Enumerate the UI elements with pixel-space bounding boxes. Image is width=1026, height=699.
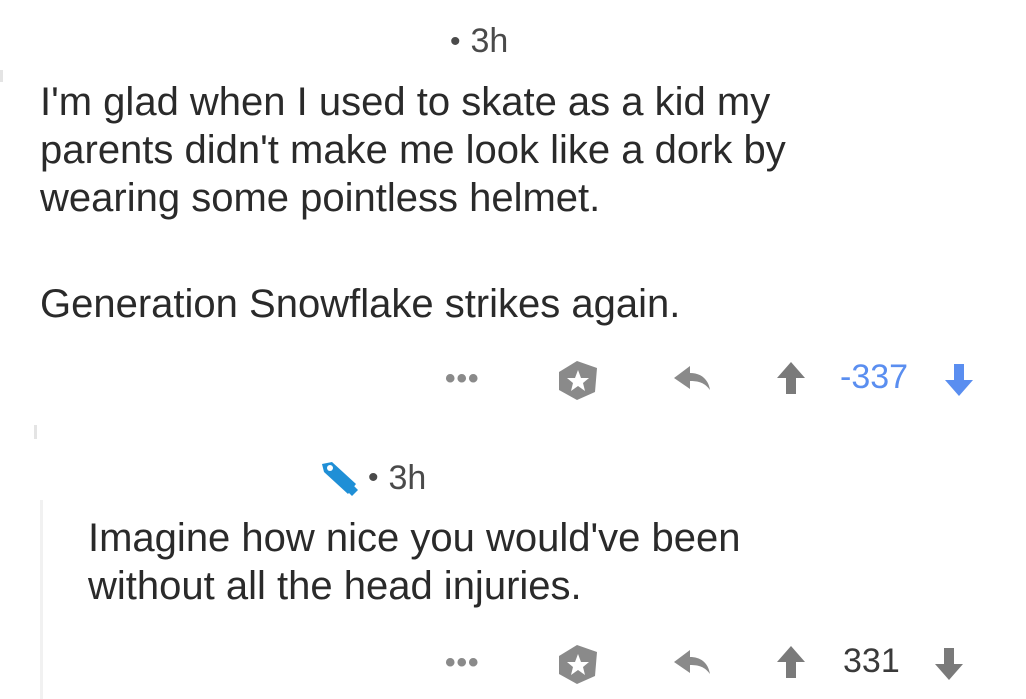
upvote-button[interactable] bbox=[775, 644, 807, 680]
comment-line: without all the head injuries. bbox=[88, 564, 582, 608]
reply-button[interactable] bbox=[672, 362, 712, 396]
downvote-arrow-icon bbox=[935, 648, 963, 680]
reply-button[interactable] bbox=[672, 646, 712, 680]
comment-score: 331 bbox=[843, 642, 900, 680]
star-badge-icon bbox=[559, 645, 597, 684]
moderator-icon bbox=[322, 462, 358, 496]
comment-line: wearing some pointless helmet. bbox=[40, 176, 601, 220]
comment-meta: • 3h bbox=[318, 458, 426, 498]
comment-line: Imagine how nice you would've been bbox=[88, 516, 741, 560]
downvote-arrow-icon bbox=[945, 364, 973, 396]
reply-arrow-icon bbox=[674, 650, 710, 674]
meta-separator: • bbox=[450, 24, 461, 58]
upvote-arrow-icon bbox=[777, 646, 805, 678]
upvote-arrow-icon bbox=[777, 362, 805, 394]
downvote-button[interactable] bbox=[933, 646, 965, 682]
upvote-button[interactable] bbox=[775, 360, 807, 396]
comment-body: I'm glad when I used to skate as a kid m… bbox=[40, 78, 786, 222]
comment-paragraph: Generation Snowflake strikes again. bbox=[40, 282, 681, 326]
comment-score: -337 bbox=[840, 358, 909, 396]
star-badge-icon bbox=[559, 361, 597, 400]
save-button[interactable] bbox=[553, 642, 603, 686]
comment-line: I'm glad when I used to skate as a kid m… bbox=[40, 80, 771, 124]
comment-timestamp: 3h bbox=[470, 22, 509, 60]
comment-actions: ••• -337 bbox=[0, 356, 1026, 400]
more-options-button[interactable]: ••• bbox=[445, 362, 480, 396]
downvote-button[interactable] bbox=[943, 362, 975, 398]
save-button[interactable] bbox=[553, 358, 603, 402]
left-edge-mark bbox=[34, 425, 37, 439]
meta-separator: • bbox=[368, 461, 379, 494]
comment-body: Imagine how nice you would've been witho… bbox=[88, 514, 741, 610]
more-options-button[interactable]: ••• bbox=[445, 646, 480, 680]
reply-arrow-icon bbox=[674, 366, 710, 390]
left-edge-mark bbox=[0, 70, 3, 82]
comment-timestamp: 3h bbox=[388, 458, 427, 497]
comment-line: parents didn't make me look like a dork … bbox=[40, 128, 786, 172]
comment-meta: • 3h bbox=[450, 22, 508, 61]
comment-actions: ••• 331 bbox=[0, 640, 1026, 684]
